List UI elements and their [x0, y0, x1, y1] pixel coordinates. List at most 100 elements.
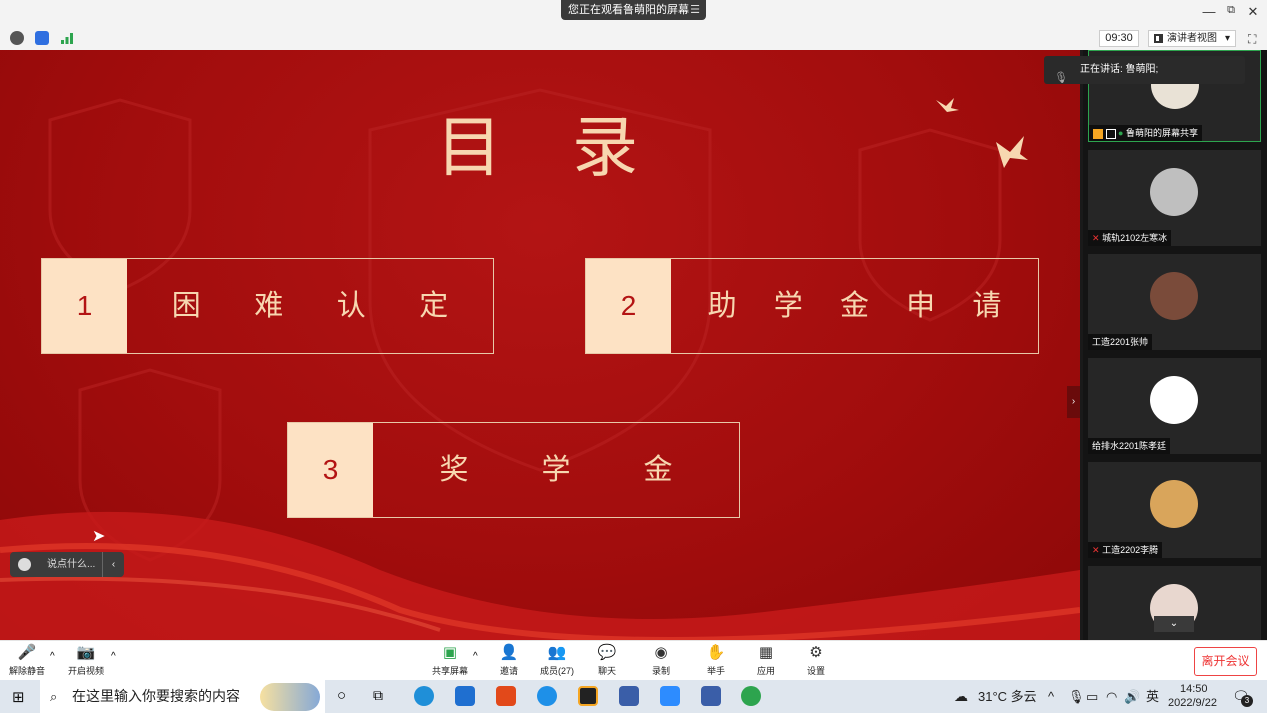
active-speaker-label: 正在讲话: 鲁萌阳;	[1080, 64, 1159, 75]
raise-hand-button[interactable]: ✋ 举手	[702, 644, 730, 677]
chat-icon: 💬	[597, 644, 617, 661]
avatar	[1150, 272, 1198, 320]
weather-icon[interactable]: ☁	[954, 680, 968, 713]
toc-number: 1	[42, 259, 127, 353]
unmute-label: 解除静音	[8, 666, 45, 676]
participant-tile[interactable]: 工造2201张帅	[1088, 254, 1261, 350]
cortana-icon[interactable]: ○	[337, 687, 346, 704]
participant-tile[interactable]: 给排水2201陈孝廷	[1088, 358, 1261, 454]
quick-chat-input[interactable]: 说点什么... ‹	[10, 552, 124, 577]
scroll-down-icon[interactable]: ⌄	[1154, 616, 1194, 632]
tray-expand-icon[interactable]: ^	[1048, 680, 1054, 713]
slide-title: 目录	[436, 109, 708, 186]
taskbar-search-box[interactable]: ⌕ 在这里输入你要搜索的内容	[40, 680, 325, 713]
game-app-icon[interactable]	[619, 686, 639, 706]
title-bar: 您正在观看鲁萌阳的屏幕 ☰ — ⧉ ✕	[0, 0, 1267, 26]
record-button[interactable]: ◉ 录制	[647, 644, 675, 677]
toc-char: 定	[419, 290, 449, 322]
speaker-view-icon	[1154, 34, 1163, 43]
participant-tile[interactable]: ✕ 工造2202李腾	[1088, 462, 1261, 558]
apps-button[interactable]: ▦ 应用	[752, 644, 780, 677]
toc-char: 认	[336, 290, 366, 322]
office-icon[interactable]	[496, 686, 516, 706]
toc-item-3: 3 奖 学 金	[287, 422, 740, 518]
settings-button[interactable]: ⚙ 设置	[802, 644, 830, 677]
leave-meeting-button[interactable]: 离开会议	[1194, 647, 1257, 676]
task-view-icon[interactable]: ⧉	[373, 687, 383, 704]
participant-name-text: 工造2202李腾	[1102, 545, 1159, 555]
chevron-down-icon: ▾	[1224, 33, 1230, 44]
edge-browser-icon[interactable]	[414, 686, 434, 706]
restore-icon[interactable]: ⧉	[1223, 4, 1239, 17]
toc-text: 困 难 认 定	[127, 259, 493, 353]
toc-text: 助 学 金 申 请	[671, 259, 1038, 353]
chat-label: 聊天	[597, 666, 616, 676]
record-label: 录制	[651, 666, 670, 676]
battery-icon[interactable]: ▭	[1086, 680, 1098, 713]
mic-muted-icon: ✕	[1092, 233, 1100, 243]
security-shield-icon[interactable]	[35, 31, 49, 45]
chat-button[interactable]: 💬 聊天	[593, 644, 621, 677]
video-options-chevron-icon[interactable]: ^	[111, 651, 116, 662]
wechat-icon[interactable]	[741, 686, 761, 706]
avatar	[1150, 168, 1198, 216]
view-mode-dropdown[interactable]: 演讲者视图 ▾	[1148, 30, 1236, 47]
apps-icon: ▦	[758, 644, 774, 661]
toc-char: 学	[773, 290, 803, 322]
invite-label: 邀请	[499, 666, 518, 676]
close-icon[interactable]: ✕	[1245, 4, 1261, 20]
participant-tile[interactable]: ✕ 城轨2102左寒冰	[1088, 150, 1261, 246]
meeting-timer: 09:30	[1099, 30, 1139, 47]
input-method-indicator[interactable]: 英	[1146, 680, 1159, 713]
collapse-chat-icon[interactable]: ‹	[102, 552, 124, 577]
notification-count-badge: 3	[1241, 695, 1253, 707]
share-banner-text: 您正在观看鲁萌阳的屏幕	[568, 4, 689, 16]
screen-share-banner[interactable]: 您正在观看鲁萌阳的屏幕 ☰	[561, 0, 706, 20]
invite-button[interactable]: 👤 邀请	[495, 644, 523, 677]
audio-options-chevron-icon[interactable]: ^	[50, 651, 55, 662]
signal-icon[interactable]	[60, 31, 74, 45]
tencent-meeting-icon[interactable]	[660, 686, 680, 706]
windows-taskbar: ⊞ ⌕ 在这里输入你要搜索的内容 ○ ⧉ ☁ 31°C 多云 ^ 🎙 ▭ ◠ 🔊…	[0, 680, 1267, 713]
toc-char: 学	[541, 454, 571, 486]
clock-date[interactable]: 2022/9/22	[1168, 697, 1217, 709]
hand-icon: ✋	[706, 644, 726, 661]
toc-char: 申	[906, 290, 936, 322]
participant-tile[interactable]: ⌄	[1088, 566, 1261, 640]
app-g-icon[interactable]	[578, 686, 598, 706]
record-icon: ◉	[654, 644, 668, 661]
wifi-icon[interactable]: ◠	[1106, 680, 1117, 713]
participant-name-text: 城轨2102左寒冰	[1102, 233, 1168, 243]
fullscreen-icon[interactable]: ⛶	[1248, 32, 1256, 47]
members-button[interactable]: 👥 成员(27)	[538, 644, 576, 677]
ie-browser-icon[interactable]	[537, 686, 557, 706]
share-menu-icon[interactable]: ☰	[690, 0, 700, 20]
mail-icon[interactable]	[455, 686, 475, 706]
search-highlight-image	[260, 683, 320, 711]
mouse-cursor-icon: ➤	[92, 528, 106, 545]
windows-start-icon[interactable]: ⊞	[12, 688, 25, 706]
weather-text[interactable]: 31°C 多云	[978, 680, 1037, 713]
mic-icon[interactable]: 🎙	[1068, 680, 1085, 713]
game-app-2-icon[interactable]	[701, 686, 721, 706]
mic-muted-icon: ✕	[1092, 545, 1100, 555]
invite-icon: 👤	[499, 644, 519, 661]
toggle-gallery-icon[interactable]: ›	[1067, 386, 1080, 418]
toc-text: 奖 学 金	[373, 423, 739, 517]
share-options-chevron-icon[interactable]: ^	[473, 651, 478, 662]
shared-screen-slide: 目录 1 困 难 认 定 2 助 学 金 申 请 3 奖 学 金 ➤ 说点什么.…	[0, 50, 1080, 640]
emoji-icon[interactable]	[18, 558, 31, 571]
participant-name: 给排水2201陈孝廷	[1088, 438, 1171, 454]
start-video-button[interactable]: 📷 开启视频	[66, 644, 106, 677]
share-screen-button[interactable]: ▣ 共享屏幕	[430, 644, 470, 677]
unmute-button[interactable]: 🎤 解除静音	[8, 644, 46, 677]
minimize-icon[interactable]: —	[1201, 4, 1217, 19]
toc-char: 奖	[439, 454, 469, 486]
clock-time[interactable]: 14:50	[1180, 683, 1208, 695]
share-screen-icon: ▣	[442, 644, 458, 661]
toc-item-1: 1 困 难 认 定	[41, 258, 494, 354]
view-mode-label: 演讲者视图	[1167, 33, 1217, 44]
info-icon[interactable]	[10, 31, 24, 45]
volume-icon[interactable]: 🔊	[1124, 680, 1140, 713]
toc-number: 2	[586, 259, 671, 353]
